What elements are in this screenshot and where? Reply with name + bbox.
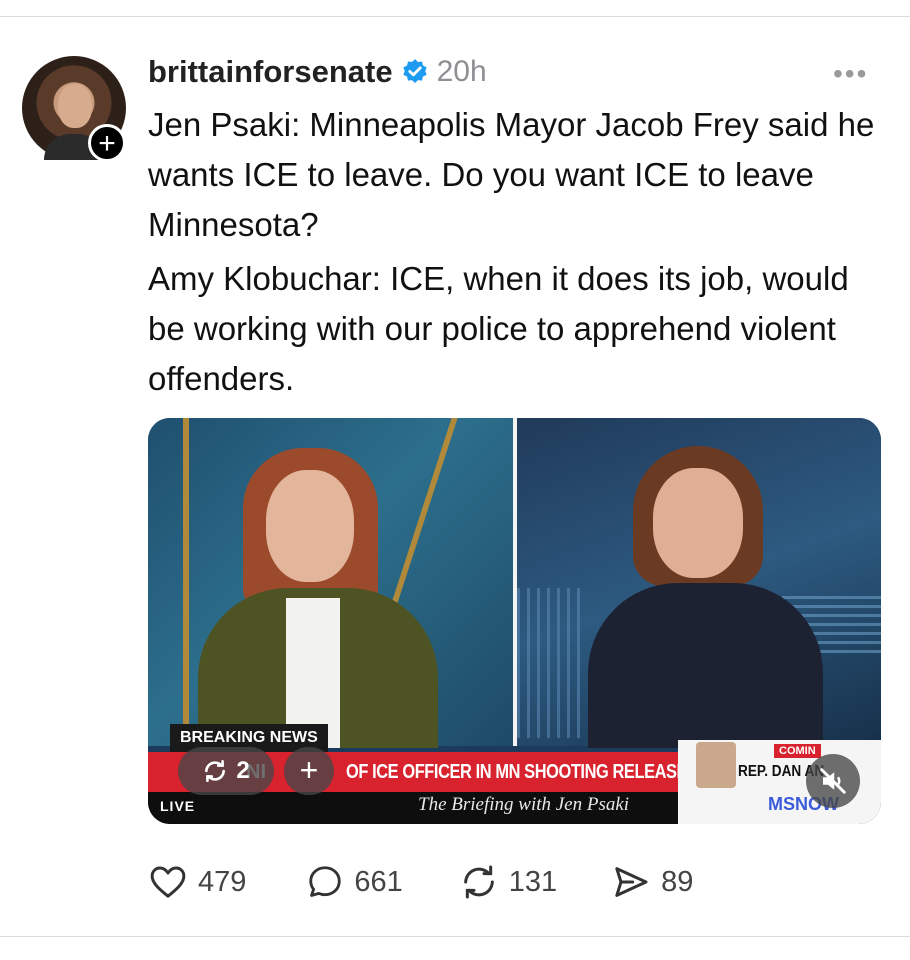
share-count: 89 <box>661 865 694 898</box>
avatar-face <box>58 84 92 128</box>
mute-icon <box>820 768 846 794</box>
studio-decor <box>183 418 189 748</box>
post-paragraph-2: Amy Klobuchar: ICE, when it does its job… <box>148 260 849 397</box>
show-title: The Briefing with Jen Psaki <box>418 794 630 815</box>
background-window <box>517 588 587 738</box>
repost-count-button[interactable]: 2 <box>178 747 274 795</box>
host-face <box>266 470 354 582</box>
reply-button[interactable]: 661 <box>306 863 403 901</box>
promo-photo <box>696 742 736 788</box>
add-button[interactable]: + <box>284 747 334 795</box>
verified-badge-icon <box>402 59 427 83</box>
top-divider <box>0 16 910 17</box>
live-label: LIVE <box>160 798 196 814</box>
post-header: brittainforsenate 20h <box>148 52 487 92</box>
repost-icon <box>205 759 226 783</box>
reply-count: 661 <box>354 865 403 898</box>
action-bar: 479 661 131 89 <box>148 860 693 904</box>
username[interactable]: brittainforsenate <box>148 54 393 90</box>
coming-up-label: COMIN <box>774 744 821 758</box>
ticker-headline: OF ICE OFFICER IN MN SHOOTING RELEASED <box>346 761 699 783</box>
like-count: 479 <box>198 865 247 898</box>
more-icon[interactable]: ••• <box>833 58 868 90</box>
post-text: Jen Psaki: Minneapolis Mayor Jacob Frey … <box>148 100 888 408</box>
mute-button[interactable] <box>806 754 860 808</box>
share-button[interactable]: 89 <box>611 862 693 902</box>
reply-icon <box>309 866 342 897</box>
bottom-divider <box>0 936 910 937</box>
guest-body <box>588 583 823 748</box>
follow-plus-icon[interactable]: + <box>88 124 126 162</box>
post-paragraph-1: Jen Psaki: Minneapolis Mayor Jacob Frey … <box>148 106 875 243</box>
heart-icon <box>150 866 186 898</box>
guest-face <box>653 468 743 578</box>
share-icon <box>615 867 648 897</box>
video-player[interactable]: BREAKING NEWS NI OF ICE OFFICER IN MN SH… <box>148 418 881 824</box>
repost-button[interactable]: 131 <box>459 862 557 902</box>
repost-count: 131 <box>508 865 558 898</box>
repost-count: 2 <box>236 757 250 784</box>
like-button[interactable]: 479 <box>148 862 246 902</box>
post-time: 20h <box>436 55 487 88</box>
repost-icon <box>463 865 494 899</box>
